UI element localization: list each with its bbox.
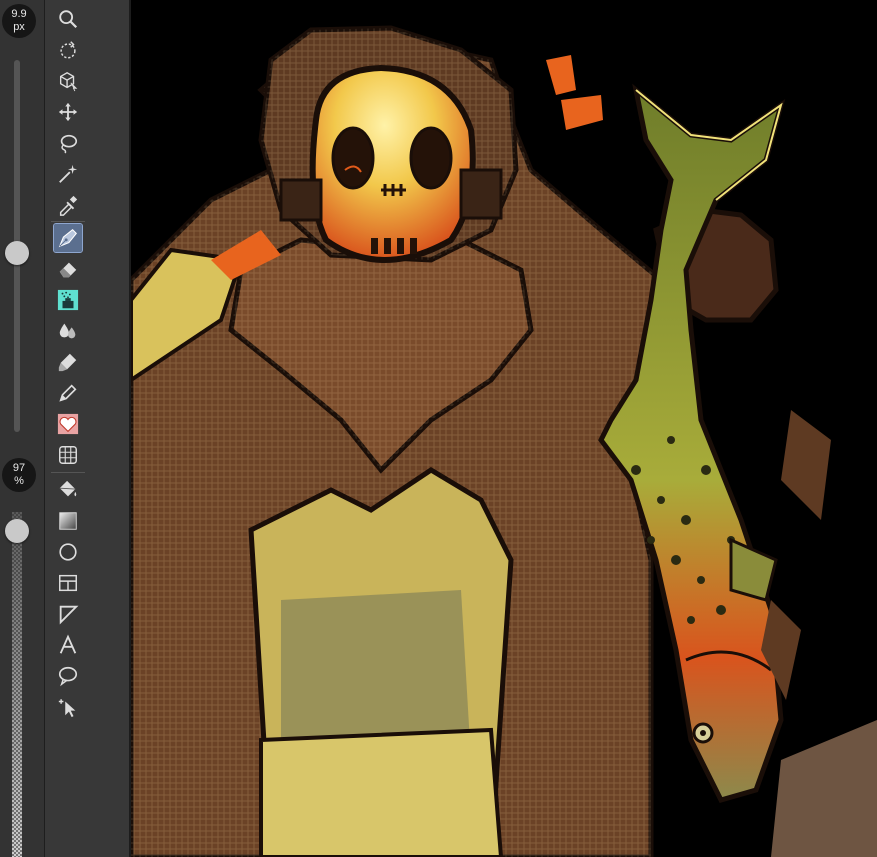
heart-pattern-icon[interactable]: [54, 410, 82, 438]
magic-wand-icon[interactable]: [54, 160, 82, 188]
eyedropper-icon[interactable]: [54, 191, 82, 219]
move-arrows-icon[interactable]: [54, 98, 82, 126]
brush-size-value: 9.9: [11, 8, 27, 20]
paint-brush-icon[interactable]: [54, 348, 82, 376]
brush-size-unit: px: [13, 21, 25, 33]
artwork: [131, 0, 877, 857]
pencil-icon[interactable]: [54, 379, 82, 407]
gradient-icon[interactable]: [54, 507, 82, 535]
lasso-icon[interactable]: [54, 129, 82, 157]
opacity-slider-thumb[interactable]: [5, 519, 29, 544]
slider-strip: 9.9 px 97 %: [0, 0, 45, 857]
brush-size-slider-thumb[interactable]: [5, 241, 29, 266]
text-a-icon[interactable]: [54, 631, 82, 659]
tool-palette: [45, 0, 131, 857]
triangle-ruler-icon[interactable]: [54, 600, 82, 628]
opacity-slider[interactable]: [12, 512, 22, 857]
opacity-readout[interactable]: 97 %: [2, 458, 36, 492]
opacity-value: 97: [12, 462, 26, 474]
drawing-canvas[interactable]: [131, 0, 877, 857]
object-cube-icon[interactable]: [54, 67, 82, 95]
droplets-icon[interactable]: [54, 317, 82, 345]
opacity-unit: %: [14, 475, 24, 487]
ellipse-icon[interactable]: [54, 538, 82, 566]
rotate-dashed-icon[interactable]: [54, 36, 82, 64]
pen-nib-icon[interactable]: [53, 223, 83, 253]
eraser-icon[interactable]: [54, 255, 82, 283]
paint-bucket-icon[interactable]: [54, 476, 82, 504]
magnifier-icon[interactable]: [54, 5, 82, 33]
grid-ruler-icon[interactable]: [54, 441, 82, 469]
speech-balloon-icon[interactable]: [54, 662, 82, 690]
frame-panel-icon[interactable]: [54, 569, 82, 597]
airbrush-icon[interactable]: [54, 286, 82, 314]
brush-size-readout[interactable]: 9.9 px: [2, 4, 36, 38]
cursor-select-icon[interactable]: [54, 693, 82, 721]
